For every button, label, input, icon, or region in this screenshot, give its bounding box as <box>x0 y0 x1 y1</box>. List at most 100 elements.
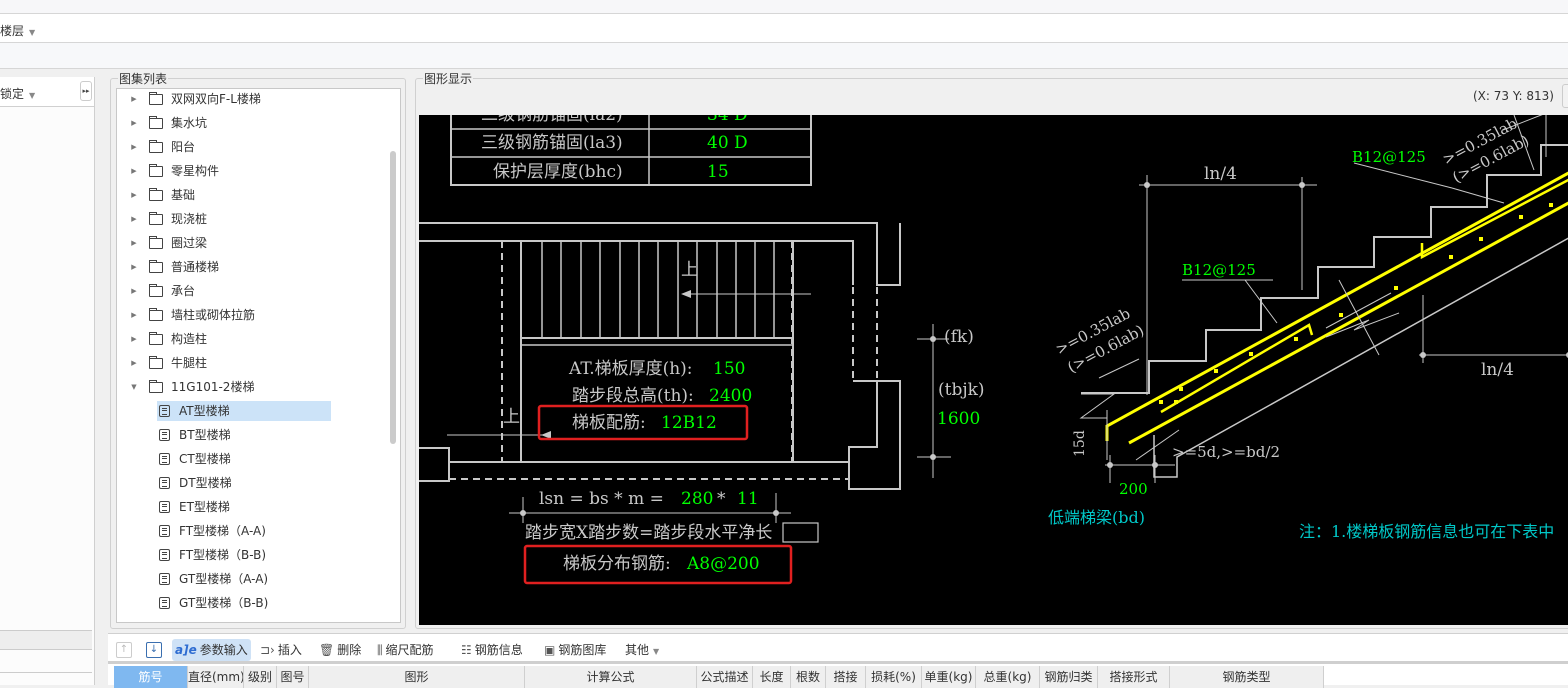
caret-right-icon[interactable]: ▶ <box>129 329 139 349</box>
tree-folder[interactable]: ▶ 圈过梁 <box>129 233 369 253</box>
plan-wall-inner <box>419 240 854 285</box>
move-up-button[interactable]: ↑ <box>116 642 132 658</box>
insert-button[interactable]: ⊐› 插入 <box>257 639 305 661</box>
rebar-upper-short <box>1160 323 1314 414</box>
caret-right-icon[interactable]: ▶ <box>129 137 139 157</box>
param-input-label: 参数输入 <box>199 643 248 657</box>
tree-leaf[interactable]: FT型楼梯（A-A) <box>157 521 331 541</box>
table-row-value: 34 D <box>707 115 748 125</box>
caret-right-icon[interactable]: ▶ <box>129 161 139 181</box>
plan-wall-left-box <box>419 447 450 482</box>
document-icon <box>159 453 170 465</box>
floor-selector[interactable]: 楼层 ▼ <box>0 22 35 39</box>
break-zigzag <box>1079 393 1116 419</box>
stair-steps-profile <box>1081 144 1568 394</box>
tree-folder[interactable]: ▶ 现浇桩 <box>129 209 369 229</box>
left-panel-divider <box>0 630 92 650</box>
lsn-times: * <box>717 489 726 509</box>
scale-rebar-button[interactable]: ⫼ 缩尺配筋 <box>374 639 437 661</box>
move-down-button[interactable]: ↓ <box>146 642 162 658</box>
dim-node <box>930 336 936 342</box>
slab-rebar-label: 梯板配筋: <box>572 413 646 433</box>
chevron-down-icon: ▼ <box>653 647 660 656</box>
floor-toolbar: 楼层 ▼ <box>0 14 1568 43</box>
caret-right-icon[interactable]: ▶ <box>129 89 139 109</box>
folder-icon <box>148 188 163 201</box>
rebar-info-button[interactable]: ☷ 钢筋信息 <box>458 639 526 661</box>
tree-folder[interactable]: ▶ 零星构件 <box>129 161 369 181</box>
insert-label: 插入 <box>277 643 302 657</box>
coordinate-readout: (X: 73 Y: 813) <box>1472 89 1554 103</box>
folder-icon <box>148 332 163 345</box>
view-option-button[interactable] <box>1562 84 1568 108</box>
tree-folder[interactable]: ▶ 集水坑 <box>129 113 369 133</box>
rebar-top-label: B12@125 <box>1352 148 1426 166</box>
caret-right-icon[interactable]: ▶ <box>129 257 139 277</box>
tree-leaf[interactable]: CT型楼梯 <box>157 449 331 469</box>
tree-leaf[interactable]: GT型楼梯（A-A) <box>157 569 331 589</box>
tree-folder[interactable]: ▶ 牛腿柱 <box>129 353 369 373</box>
dim-node <box>520 510 526 516</box>
caret-right-icon[interactable]: ▶ <box>129 233 139 253</box>
caret-down-icon[interactable]: ▼ <box>129 377 139 397</box>
tree-leaf-label: AT型楼梯 <box>179 404 230 418</box>
caret-right-icon[interactable]: ▶ <box>129 209 139 229</box>
tree-folder[interactable]: ▶ 普通楼梯 <box>129 257 369 277</box>
tree-folder-label: 集水坑 <box>171 116 208 130</box>
delete-button[interactable]: 🗑 删除 <box>316 639 364 661</box>
document-icon <box>159 597 170 609</box>
rebar-library-button[interactable]: ▣ 钢筋图库 <box>541 639 609 661</box>
leader-line <box>1353 162 1453 189</box>
tree-scrollbar[interactable] <box>390 151 396 444</box>
tree-folder[interactable]: ▶ 阳台 <box>129 137 369 157</box>
total-height-label: 踏步段总高(th): <box>572 386 694 406</box>
tree-leaf[interactable]: ET型楼梯 <box>157 497 331 517</box>
tree-leaf-label: FT型楼梯（A-A) <box>179 524 266 538</box>
tree-folder[interactable]: ▶ 构造柱 <box>129 329 369 349</box>
atlas-tree[interactable]: ▶ 双网双向F-L楼梯 ▶ 集水坑 ▶ 阳台 ▶ 零星构件 ▶ 基础 ▶ 现浇桩 ▶ 圈过梁 ▶ 普通楼梯 ▶ 承… <box>116 88 401 623</box>
folder-icon <box>148 236 163 249</box>
plan-treads <box>541 241 775 338</box>
caret-right-icon[interactable]: ▶ <box>129 185 139 205</box>
folder-icon <box>148 356 163 369</box>
up-label: 上 <box>681 260 698 280</box>
tree-folder[interactable]: ▶ 双网双向F-L楼梯 <box>129 89 369 109</box>
note-label: 注：1.楼梯板钢筋信息也可在下表中 <box>1299 522 1554 541</box>
tree-leaf-label: BT型楼梯 <box>179 428 231 442</box>
tree-folder[interactable]: ▼ 11G101-2楼梯 <box>129 377 369 397</box>
caret-right-icon[interactable]: ▶ <box>129 281 139 301</box>
tree-folder[interactable]: ▶ 基础 <box>129 185 369 205</box>
lsn-value-m: 11 <box>737 489 759 509</box>
rebar-library-label: 钢筋图库 <box>558 643 607 657</box>
expand-panel-button[interactable]: ▸▸ <box>80 81 92 101</box>
tree-leaf[interactable]: GT型楼梯（B-B) <box>157 593 331 613</box>
lsn-description: 踏步宽X踏步数=踏步段水平净长 <box>525 523 772 543</box>
tree-folder-label: 构造柱 <box>171 332 208 346</box>
caret-right-icon[interactable]: ▶ <box>129 113 139 133</box>
lock-dropdown[interactable]: 锁定 ▼ <box>0 85 35 102</box>
tree-leaf[interactable]: BT型楼梯 <box>157 425 331 445</box>
tree-leaf[interactable]: DT型楼梯 <box>157 473 331 493</box>
tree-folder[interactable]: ▶ 墙柱或砌体拉筋 <box>129 305 369 325</box>
tree-leaf[interactable]: FT型楼梯（B-B) <box>157 545 331 565</box>
document-icon <box>159 405 170 417</box>
caret-right-icon[interactable]: ▶ <box>129 305 139 325</box>
caret-right-icon[interactable]: ▶ <box>129 353 139 373</box>
other-dropdown[interactable]: 其他 ▼ <box>622 639 662 661</box>
anchor-rule-label: >=5d,>=bd/2 <box>1172 443 1280 461</box>
break-line <box>1325 292 1392 329</box>
tree-leaf[interactable]: AT型楼梯 <box>157 401 331 421</box>
tree-leaf-label: DT型楼梯 <box>179 476 232 490</box>
tree-folder-label: 牛腿柱 <box>171 356 208 370</box>
tree-folder-label: 现浇桩 <box>171 212 208 226</box>
folder-icon <box>148 92 163 105</box>
tree-folder[interactable]: ▶ 承台 <box>129 281 369 301</box>
folder-icon <box>148 260 163 273</box>
param-input-button[interactable]: a]e 参数输入 <box>172 639 251 661</box>
title-bar <box>0 0 1568 14</box>
cad-canvas[interactable]: 二级钢筋锚固(la2) 34 D 三级钢筋锚固(la3) 40 D 保护层厚度(… <box>419 115 1568 625</box>
ln4-top-label: ln/4 <box>1204 164 1237 184</box>
fk-label: (fk) <box>944 327 974 347</box>
document-icon <box>159 477 170 489</box>
folder-icon <box>148 116 163 129</box>
